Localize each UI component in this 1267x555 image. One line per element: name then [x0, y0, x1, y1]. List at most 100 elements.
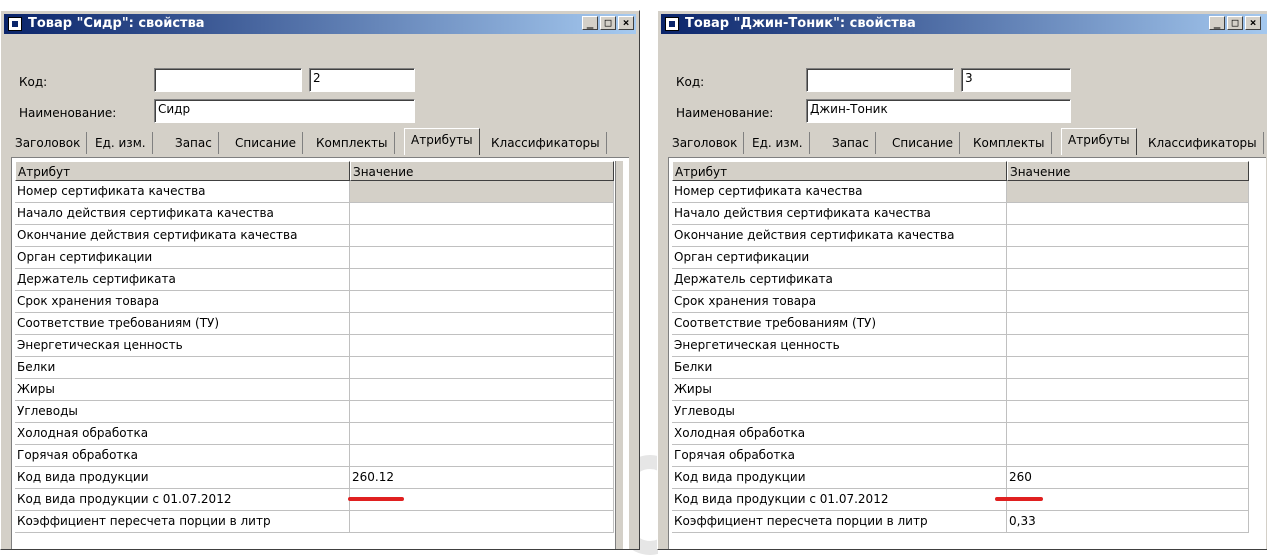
value-cell[interactable]	[350, 511, 614, 533]
table-row[interactable]: Код вида продукции с 01.07.2012	[15, 489, 614, 511]
value-cell[interactable]	[1007, 401, 1249, 423]
value-cell[interactable]	[350, 291, 614, 313]
value-cell[interactable]	[1007, 489, 1249, 511]
column-header-attribute[interactable]: Атрибут	[15, 161, 350, 181]
minimize-button[interactable]: _	[582, 16, 598, 30]
tab-classifiers[interactable]: Классификаторы	[1142, 132, 1264, 154]
tab-units[interactable]: Ед. изм.	[746, 132, 810, 154]
value-cell-highlighted[interactable]: 260	[1007, 467, 1249, 489]
table-row[interactable]: Холодная обработка	[672, 423, 1249, 445]
table-row[interactable]: Держатель сертификата	[15, 269, 614, 291]
table-row[interactable]: Код вида продукции с 01.07.2012	[672, 489, 1249, 511]
code-field[interactable]	[806, 68, 954, 92]
value-cell[interactable]	[1007, 203, 1249, 225]
table-row[interactable]: Держатель сертификата	[672, 269, 1249, 291]
value-cell[interactable]	[350, 445, 614, 467]
table-row[interactable]: Номер сертификата качества	[15, 181, 614, 203]
tab-attributes[interactable]: Атрибуты	[404, 128, 480, 155]
attribute-cell: Срок хранения товара	[15, 291, 350, 313]
value-cell[interactable]	[1007, 379, 1249, 401]
value-cell[interactable]	[1007, 335, 1249, 357]
value-cell[interactable]	[1007, 181, 1249, 203]
table-row[interactable]: Энергетическая ценность	[672, 335, 1249, 357]
column-header-value[interactable]: Значение	[350, 161, 614, 181]
table-row[interactable]: Белки	[672, 357, 1249, 379]
value-cell[interactable]	[350, 401, 614, 423]
table-row[interactable]: Начало действия сертификата качества	[672, 203, 1249, 225]
value-cell[interactable]	[350, 423, 614, 445]
attribute-cell: Срок хранения товара	[672, 291, 1007, 313]
value-cell[interactable]: 0,33	[1007, 511, 1249, 533]
table-row[interactable]: Энергетическая ценность	[15, 335, 614, 357]
tab-attributes[interactable]: Атрибуты	[1061, 128, 1137, 155]
table-row[interactable]: Белки	[15, 357, 614, 379]
table-row[interactable]: Окончание действия сертификата качества	[672, 225, 1249, 247]
value-cell[interactable]	[1007, 247, 1249, 269]
tab-writeoff[interactable]: Списание	[229, 132, 304, 154]
table-row[interactable]: Коэффициент пересчета порции в литр	[15, 511, 614, 533]
attribute-cell: Орган сертификации	[15, 247, 350, 269]
attribute-cell: Коэффициент пересчета порции в литр	[672, 511, 1007, 533]
table-row[interactable]: Соответствие требованиям (ТУ)	[15, 313, 614, 335]
tab-kits[interactable]: Комплекты	[310, 132, 395, 154]
value-cell[interactable]	[350, 379, 614, 401]
tab-header[interactable]: Заголовок	[666, 132, 745, 154]
tab-writeoff[interactable]: Списание	[886, 132, 961, 154]
tab-stock[interactable]: Запас	[826, 132, 876, 154]
table-row[interactable]: Коэффициент пересчета порции в литр 0,33	[672, 511, 1249, 533]
code-number-field[interactable]: 2	[309, 68, 415, 92]
value-cell[interactable]	[350, 181, 614, 203]
table-row[interactable]: Номер сертификата качества	[672, 181, 1249, 203]
name-field[interactable]: Сидр	[154, 99, 415, 123]
red-underline-annotation	[995, 497, 1043, 501]
value-cell[interactable]	[350, 269, 614, 291]
value-cell[interactable]	[1007, 357, 1249, 379]
value-cell-highlighted[interactable]: 260.12	[350, 467, 614, 489]
table-row[interactable]: Жиры	[672, 379, 1249, 401]
tab-classifiers[interactable]: Классификаторы	[485, 132, 607, 154]
close-button[interactable]: ×	[618, 16, 634, 30]
tab-units[interactable]: Ед. изм.	[89, 132, 153, 154]
vertical-scrollbar[interactable]	[615, 161, 623, 549]
code-number-field[interactable]: 3	[961, 68, 1071, 92]
value-cell[interactable]	[1007, 269, 1249, 291]
value-cell[interactable]	[350, 225, 614, 247]
value-cell[interactable]	[350, 335, 614, 357]
table-row[interactable]: Начало действия сертификата качества	[15, 203, 614, 225]
table-row[interactable]: Углеводы	[15, 401, 614, 423]
value-cell[interactable]	[350, 357, 614, 379]
code-field[interactable]	[154, 68, 302, 92]
table-row[interactable]: Окончание действия сертификата качества	[15, 225, 614, 247]
table-row[interactable]: Орган сертификации	[672, 247, 1249, 269]
table-row[interactable]: Срок хранения товара	[15, 291, 614, 313]
table-row[interactable]: Срок хранения товара	[672, 291, 1249, 313]
value-cell[interactable]	[350, 313, 614, 335]
maximize-button[interactable]: □	[1227, 16, 1243, 30]
table-row[interactable]: Холодная обработка	[15, 423, 614, 445]
table-row[interactable]: Горячая обработка	[15, 445, 614, 467]
table-row[interactable]: Углеводы	[672, 401, 1249, 423]
tab-header[interactable]: Заголовок	[9, 132, 88, 154]
value-cell[interactable]	[1007, 313, 1249, 335]
value-cell[interactable]	[1007, 225, 1249, 247]
close-button[interactable]: ×	[1245, 16, 1261, 30]
minimize-button[interactable]: _	[1209, 16, 1225, 30]
table-row[interactable]: Соответствие требованиям (ТУ)	[672, 313, 1249, 335]
tab-kits[interactable]: Комплекты	[967, 132, 1052, 154]
value-cell[interactable]	[1007, 291, 1249, 313]
value-cell[interactable]	[1007, 445, 1249, 467]
column-header-value[interactable]: Значение	[1007, 161, 1249, 181]
table-row[interactable]: Горячая обработка	[672, 445, 1249, 467]
table-row[interactable]: Орган сертификации	[15, 247, 614, 269]
tab-stock[interactable]: Запас	[169, 132, 219, 154]
name-field[interactable]: Джин-Тоник	[806, 99, 1071, 123]
column-header-attribute[interactable]: Атрибут	[672, 161, 1007, 181]
maximize-button[interactable]: □	[600, 16, 616, 30]
value-cell[interactable]	[350, 203, 614, 225]
table-row[interactable]: Жиры	[15, 379, 614, 401]
value-cell[interactable]	[350, 247, 614, 269]
table-row[interactable]: Код вида продукции 260.12	[15, 467, 614, 489]
table-row[interactable]: Код вида продукции 260	[672, 467, 1249, 489]
attribute-cell: Код вида продукции	[672, 467, 1007, 489]
value-cell[interactable]	[1007, 423, 1249, 445]
